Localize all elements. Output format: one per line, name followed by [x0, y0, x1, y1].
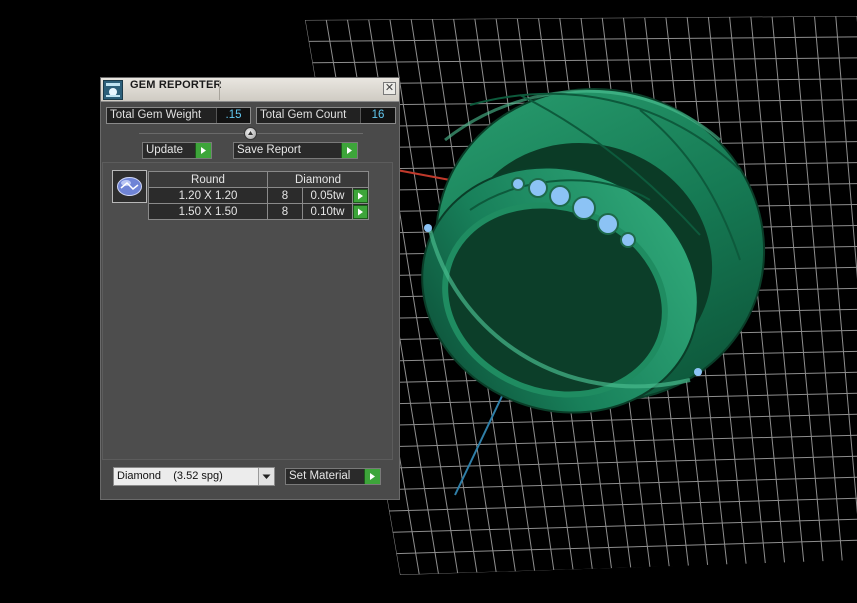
row-action-cell [352, 203, 369, 220]
material-select-value: Diamond (3.52 spg) [117, 470, 223, 482]
update-button-label: Update [146, 144, 184, 156]
set-material-button-label: Set Material [289, 470, 351, 482]
slider-knob-icon[interactable] [244, 127, 257, 140]
gem-size-cell: 1.20 X 1.20 [148, 187, 268, 204]
grid-line [396, 538, 857, 555]
gem-qty-cell: 8 [267, 187, 303, 204]
gem-reporter-panel: GEM REPORTER ✕ Total Gem Weight .15 Tota… [100, 77, 400, 500]
column-header-material: Diamond [267, 171, 369, 188]
round-gem-icon[interactable] [112, 170, 147, 203]
grid-line [374, 413, 857, 427]
play-arrow-icon [341, 143, 357, 158]
total-gem-count-value: 16 [360, 108, 395, 123]
gem-list: Round Diamond 1.20 X 1.20 8 0.05tw 1.50 … [102, 162, 393, 460]
save-report-button-label: Save Report [237, 144, 301, 156]
gem-weight-cell: 0.10tw [302, 203, 353, 220]
close-icon[interactable]: ✕ [383, 82, 396, 95]
save-report-button[interactable]: Save Report [233, 142, 358, 159]
total-gem-count-field: Total Gem Count 16 [256, 107, 396, 124]
grid-line [381, 454, 857, 469]
gem-qty-cell: 8 [267, 203, 303, 220]
gem-weight-cell: 0.05tw [302, 187, 353, 204]
material-select[interactable]: Diamond (3.52 spg) [113, 467, 275, 486]
table-row[interactable]: 1.50 X 1.50 8 0.10tw [148, 203, 369, 220]
play-arrow-icon[interactable] [353, 204, 368, 219]
grid-line [385, 475, 857, 491]
play-arrow-icon [195, 143, 211, 158]
titlebar-divider [219, 80, 220, 100]
play-arrow-icon [364, 469, 380, 484]
set-material-button[interactable]: Set Material [285, 468, 381, 485]
gem-reporter-app-icon [103, 80, 123, 100]
grid-line [312, 57, 857, 64]
dropdown-arrow-icon[interactable] [258, 468, 274, 485]
total-gem-weight-label: Total Gem Weight [110, 109, 202, 121]
gem-table: Round Diamond 1.20 X 1.20 8 0.05tw 1.50 … [148, 171, 369, 220]
update-button[interactable]: Update [142, 142, 212, 159]
column-header-shape: Round [148, 171, 268, 188]
panel-titlebar[interactable]: GEM REPORTER ✕ [101, 78, 399, 102]
panel-title: GEM REPORTER [130, 79, 222, 91]
row-action-cell [352, 187, 369, 204]
grid-line [378, 433, 857, 448]
table-row[interactable]: 1.20 X 1.20 8 0.05tw [148, 187, 369, 204]
total-gem-weight-field: Total Gem Weight .15 [106, 107, 251, 124]
play-arrow-icon[interactable] [353, 188, 368, 203]
total-gem-weight-value: .15 [216, 108, 250, 123]
gem-table-header: Round Diamond [148, 171, 369, 188]
gem-size-cell: 1.50 X 1.50 [148, 203, 268, 220]
grid-line [399, 559, 857, 575]
total-gem-count-label: Total Gem Count [260, 109, 347, 121]
